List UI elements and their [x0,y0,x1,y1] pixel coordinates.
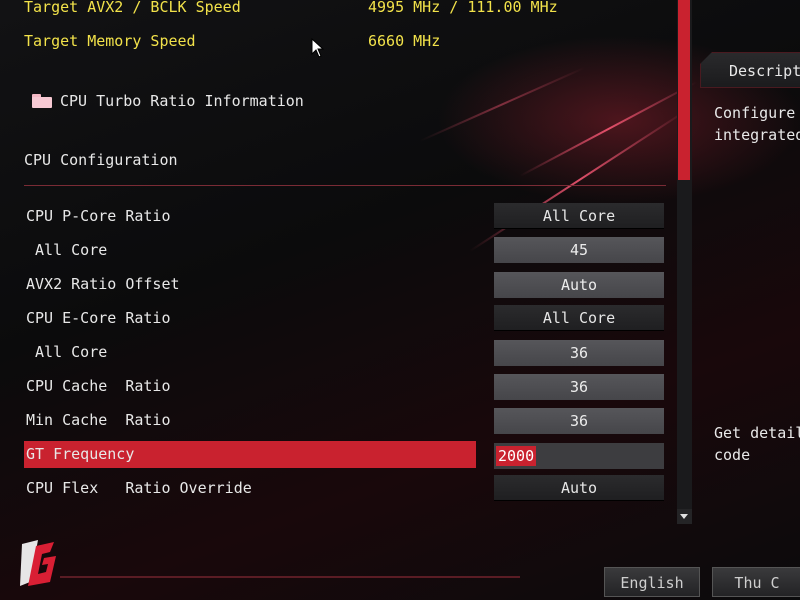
gt-frequency-input[interactable]: 2000 [496,446,537,466]
setting-value-min-cache-ratio[interactable]: 36 [494,408,664,434]
section-title: CPU Configuration [24,151,178,169]
setting-value-p-core-ratio[interactable]: All Core [494,203,664,229]
setting-label-e-all-core: All Core [26,343,108,361]
mouse-pointer-icon [311,38,325,58]
setting-value-cpu-cache-ratio[interactable]: 36 [494,374,664,400]
datetime-button[interactable]: Thu C [712,567,800,597]
setting-label-p-core-ratio: CPU P-Core Ratio [26,207,171,225]
setting-value-flex-ratio[interactable]: Auto [494,475,664,501]
setting-value-e-core-ratio[interactable]: All Core [494,305,664,331]
target-avx2-label: Target AVX2 / BCLK Speed [24,0,241,16]
description-header: Descripti [700,52,800,88]
setting-label-min-cache-ratio: Min Cache Ratio [26,411,171,429]
scrollbar-thumb[interactable] [678,0,690,180]
setting-value-e-all-core[interactable]: 36 [494,340,664,366]
setting-value-avx2-offset[interactable]: Auto [494,272,664,298]
setting-label-p-all-core: All Core [26,241,108,259]
description-line-4: code [714,446,751,464]
description-line-3: Get details [714,424,800,442]
target-avx2-value: 4995 MHz / 111.00 MHz [368,0,558,16]
gt-frequency-field[interactable]: 2000 [494,443,664,469]
description-line-2: integrated [714,126,800,144]
setting-label-gt-frequency: GT Frequency [26,445,135,463]
target-memory-label: Target Memory Speed [24,32,196,50]
description-line-1: Configure t [714,104,800,122]
setting-label-e-core-ratio: CPU E-Core Ratio [26,309,171,327]
cpu-turbo-ratio-label: CPU Turbo Ratio Information [60,92,304,110]
setting-label-cpu-cache-ratio: CPU Cache Ratio [26,377,171,395]
setting-label-avx2-offset: AVX2 Ratio Offset [26,275,180,293]
target-memory-value: 6660 MHz [368,32,441,50]
section-divider [24,185,666,186]
setting-label-flex-ratio: CPU Flex Ratio Override [26,479,252,497]
setting-value-p-all-core[interactable]: 45 [494,237,664,263]
footer-divider [60,576,520,578]
language-button[interactable]: English [604,567,700,597]
phantom-gaming-logo [20,540,56,586]
scroll-down-arrow-icon[interactable] [677,509,692,524]
folder-icon [32,94,52,108]
